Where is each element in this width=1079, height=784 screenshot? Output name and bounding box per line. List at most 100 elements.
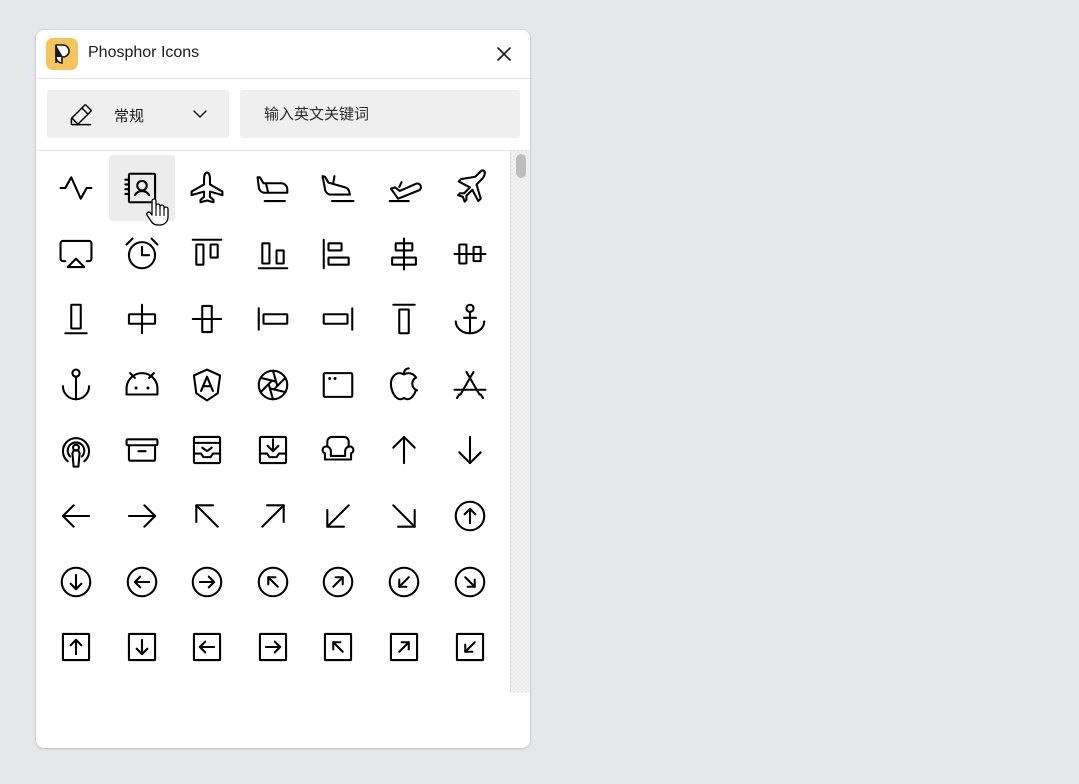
search-input[interactable] — [240, 90, 520, 138]
icon-picker-panel: Phosphor Icons 常规 — [36, 30, 530, 748]
icon-cell[interactable] — [371, 483, 437, 549]
arrow-square-right-icon — [258, 633, 287, 662]
align-center-horizontal-simple-icon — [127, 303, 156, 335]
icon-cell[interactable] — [43, 417, 109, 483]
icon-cell[interactable] — [437, 286, 503, 352]
icon-grid — [36, 151, 510, 693]
airplane-takeoff-icon — [388, 181, 422, 203]
icon-cell[interactable] — [174, 155, 240, 221]
airplane-landing-icon — [321, 175, 355, 203]
anchor-icon — [454, 303, 485, 335]
angular-logo-icon — [193, 368, 222, 402]
arrow-circle-down-left-icon — [388, 566, 420, 597]
icon-cell[interactable] — [109, 483, 175, 549]
icon-cell[interactable] — [305, 221, 371, 287]
icon-cell[interactable] — [174, 286, 240, 352]
arrow-circle-down-icon — [60, 566, 92, 597]
align-center-vertical-icon — [453, 243, 487, 265]
arrow-square-left-icon — [193, 633, 222, 662]
icon-cell[interactable] — [240, 155, 306, 221]
icon-cell[interactable] — [240, 614, 306, 680]
icon-cell[interactable] — [174, 483, 240, 549]
app-window-icon — [323, 371, 354, 398]
toolbar: 常规 — [36, 79, 530, 151]
icon-cell[interactable] — [43, 286, 109, 352]
icon-cell[interactable] — [371, 417, 437, 483]
icon-cell[interactable] — [437, 483, 503, 549]
icon-cell[interactable] — [371, 286, 437, 352]
icon-cell[interactable] — [43, 221, 109, 287]
icon-cell[interactable] — [240, 417, 306, 483]
icon-cell[interactable] — [240, 483, 306, 549]
icon-cell[interactable] — [437, 549, 503, 615]
airplay-icon — [59, 239, 93, 268]
arrow-down-icon — [457, 436, 482, 465]
icon-cell[interactable] — [43, 155, 109, 221]
icon-cell[interactable] — [305, 417, 371, 483]
icon-cell[interactable] — [174, 614, 240, 680]
icon-cell[interactable] — [437, 221, 503, 287]
icon-cell[interactable] — [109, 549, 175, 615]
icon-cell[interactable] — [437, 417, 503, 483]
phosphor-logo-icon — [46, 38, 78, 70]
close-icon[interactable] — [492, 42, 516, 66]
airplane-icon — [190, 171, 224, 204]
icon-cell[interactable] — [43, 549, 109, 615]
icon-cell[interactable] — [43, 614, 109, 680]
scrollbar-thumb[interactable] — [516, 154, 526, 178]
icon-cell[interactable] — [174, 549, 240, 615]
activity-icon — [59, 176, 93, 200]
icon-cell[interactable] — [174, 221, 240, 287]
icon-cell[interactable] — [305, 549, 371, 615]
icon-cell[interactable] — [371, 549, 437, 615]
arrow-circle-down-right-icon — [454, 566, 485, 597]
icon-cell[interactable] — [240, 221, 306, 287]
icon-cell[interactable] — [371, 352, 437, 418]
arrow-square-down-icon — [127, 633, 156, 662]
icon-cell[interactable] — [305, 352, 371, 418]
align-bottom-icon — [257, 241, 289, 269]
arrow-circle-up-left-icon — [257, 566, 289, 597]
archive-box-icon — [193, 436, 222, 465]
arrow-up-right-icon — [261, 504, 285, 528]
aperture-icon — [257, 369, 289, 401]
align-left-simple-icon — [257, 307, 289, 331]
arrow-square-down-left-icon — [455, 633, 484, 662]
icon-cell[interactable] — [437, 614, 503, 680]
arrow-circle-right-icon — [191, 566, 223, 597]
align-right-simple-icon — [323, 307, 354, 331]
icon-cell[interactable] — [371, 155, 437, 221]
archive-tray-icon — [258, 436, 287, 465]
icon-cell[interactable] — [240, 352, 306, 418]
icon-cell[interactable] — [371, 614, 437, 680]
arrow-square-up-left-icon — [324, 633, 353, 662]
category-dropdown[interactable]: 常规 — [47, 90, 229, 138]
apple-logo-icon — [389, 367, 419, 401]
icon-cell[interactable] — [305, 614, 371, 680]
icon-cell[interactable] — [43, 352, 109, 418]
chevron-down-icon — [193, 110, 207, 118]
icon-cell[interactable] — [109, 221, 175, 287]
icon-cell[interactable] — [109, 614, 175, 680]
align-center-horizontal-icon — [391, 237, 417, 271]
align-top-icon — [191, 238, 223, 266]
icon-cell[interactable] — [174, 417, 240, 483]
icon-cell[interactable] — [240, 549, 306, 615]
android-logo-icon — [125, 371, 159, 396]
scrollbar[interactable] — [510, 151, 530, 693]
app-title: Phosphor Icons — [88, 44, 200, 61]
icon-cell[interactable] — [109, 286, 175, 352]
icon-cell[interactable] — [109, 417, 175, 483]
icon-cell[interactable] — [371, 221, 437, 287]
icon-cell[interactable] — [305, 286, 371, 352]
icon-cell[interactable] — [43, 483, 109, 549]
icon-cell[interactable] — [437, 352, 503, 418]
icon-cell[interactable] — [109, 352, 175, 418]
icon-cell[interactable] — [305, 155, 371, 221]
icon-cell[interactable] — [437, 155, 503, 221]
icon-cell[interactable] — [240, 286, 306, 352]
icon-cell[interactable] — [174, 352, 240, 418]
icon-cell[interactable] — [305, 483, 371, 549]
arrow-left-icon — [61, 504, 91, 528]
airplane-tilt-icon — [456, 169, 486, 203]
